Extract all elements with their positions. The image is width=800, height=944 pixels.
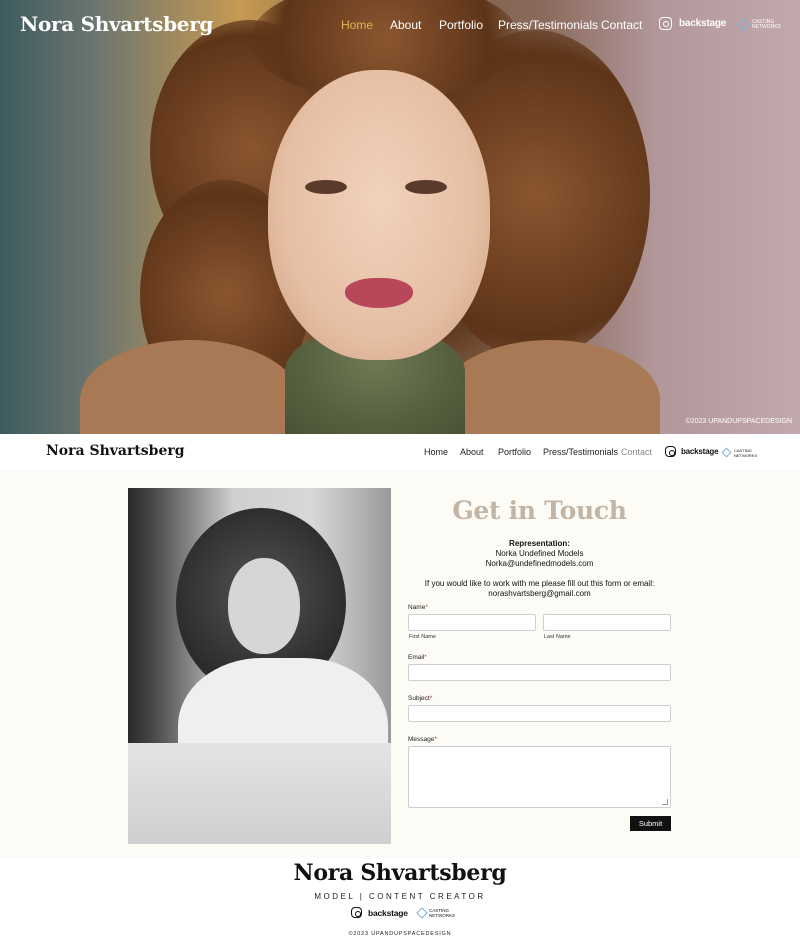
contact-section: Get in Touch Representation: Norka Undef… (0, 470, 800, 858)
subject-label-text: Subject (408, 695, 430, 702)
sticky-nav-logo[interactable]: Nora Shvartsberg (46, 443, 185, 459)
submit-button[interactable]: Submit (630, 816, 671, 831)
eye-left (305, 180, 347, 194)
footer-copyright: ©2023 UPANDUPSPACEDESIGN (348, 931, 452, 937)
nav-item-home[interactable]: Home (341, 18, 373, 32)
required-mark: * (434, 736, 437, 743)
sticky-nav-contact[interactable]: Contact (621, 447, 652, 457)
sticky-nav-press[interactable]: Press/Testimonials (543, 447, 618, 457)
casting-networks-line2: NETWORKS (752, 24, 781, 30)
nav-item-press[interactable]: Press/Testimonials (498, 18, 598, 32)
name-label-text: Name (408, 604, 426, 611)
footer-logo[interactable]: Nora Shvartsberg (0, 860, 800, 886)
required-mark: * (424, 654, 427, 661)
hero-copyright: ©2023 UPANDUPSPACEDESIGN (685, 418, 792, 425)
footer-tagline: MODEL | CONTENT CREATOR (314, 892, 486, 901)
hero-image: Nora Shvartsberg Home About Portfolio Pr… (0, 0, 800, 434)
contact-heading: Get in Touch (452, 496, 627, 525)
nav-item-contact[interactable]: Contact (601, 18, 642, 32)
sticky-nav-about[interactable]: About (460, 447, 484, 457)
email-label: Email* (408, 654, 427, 661)
photo-table (128, 743, 391, 844)
coat-right (440, 340, 660, 434)
message-label-text: Message (408, 736, 435, 743)
last-name-sublabel: Last Name (544, 634, 571, 640)
last-name-field[interactable] (543, 614, 671, 631)
backstage-logo[interactable]: backstage (681, 447, 719, 456)
required-mark: * (425, 604, 428, 611)
representation-title: Representation: (509, 539, 570, 548)
required-mark: * (429, 695, 433, 702)
sticky-nav: Nora Shvartsberg Home About Portfolio Pr… (0, 434, 800, 470)
message-label: Message* (408, 736, 437, 743)
email-label-text: Email (408, 654, 425, 661)
sticky-nav-home[interactable]: Home (424, 447, 448, 457)
nav-item-about[interactable]: About (390, 18, 421, 32)
email-field[interactable] (408, 664, 671, 681)
portrait-face (268, 70, 490, 360)
casting-networks-icon (737, 18, 750, 31)
representation-email[interactable]: Norka@undefinedmodels.com (408, 559, 671, 569)
backstage-logo[interactable]: backstage (679, 18, 726, 29)
sticky-nav-portfolio[interactable]: Portfolio (498, 447, 531, 457)
nav-item-portfolio[interactable]: Portfolio (439, 18, 483, 32)
photo-face (228, 558, 300, 654)
site-logo[interactable]: Nora Shvartsberg (20, 12, 213, 36)
portrait-photo (128, 488, 391, 844)
backstage-logo[interactable]: backstage (368, 908, 408, 918)
eye-right (405, 180, 447, 194)
footer: Nora Shvartsberg MODEL | CONTENT CREATOR… (0, 858, 800, 944)
message-field[interactable] (408, 746, 671, 808)
casting-networks-line2: NETWORKS (734, 453, 758, 458)
subject-field[interactable] (408, 705, 671, 722)
first-name-sublabel: First Name (409, 634, 436, 640)
casting-networks-icon (416, 907, 428, 919)
lips (345, 278, 413, 308)
instagram-icon[interactable] (665, 446, 676, 457)
subject-label: Subject* (408, 695, 432, 702)
instagram-icon[interactable] (659, 17, 672, 30)
name-label: Name* (408, 604, 428, 611)
casting-networks-icon (721, 447, 732, 458)
casting-networks-line2: NETWORKS (429, 913, 456, 918)
first-name-field[interactable] (408, 614, 536, 631)
contact-intro: If you would like to work with me please… (424, 579, 655, 588)
instagram-icon[interactable] (351, 907, 362, 918)
contact-email[interactable]: norashvartsberg@gmail.com (408, 589, 671, 599)
representation-agency: Norka Undefined Models (495, 549, 584, 558)
